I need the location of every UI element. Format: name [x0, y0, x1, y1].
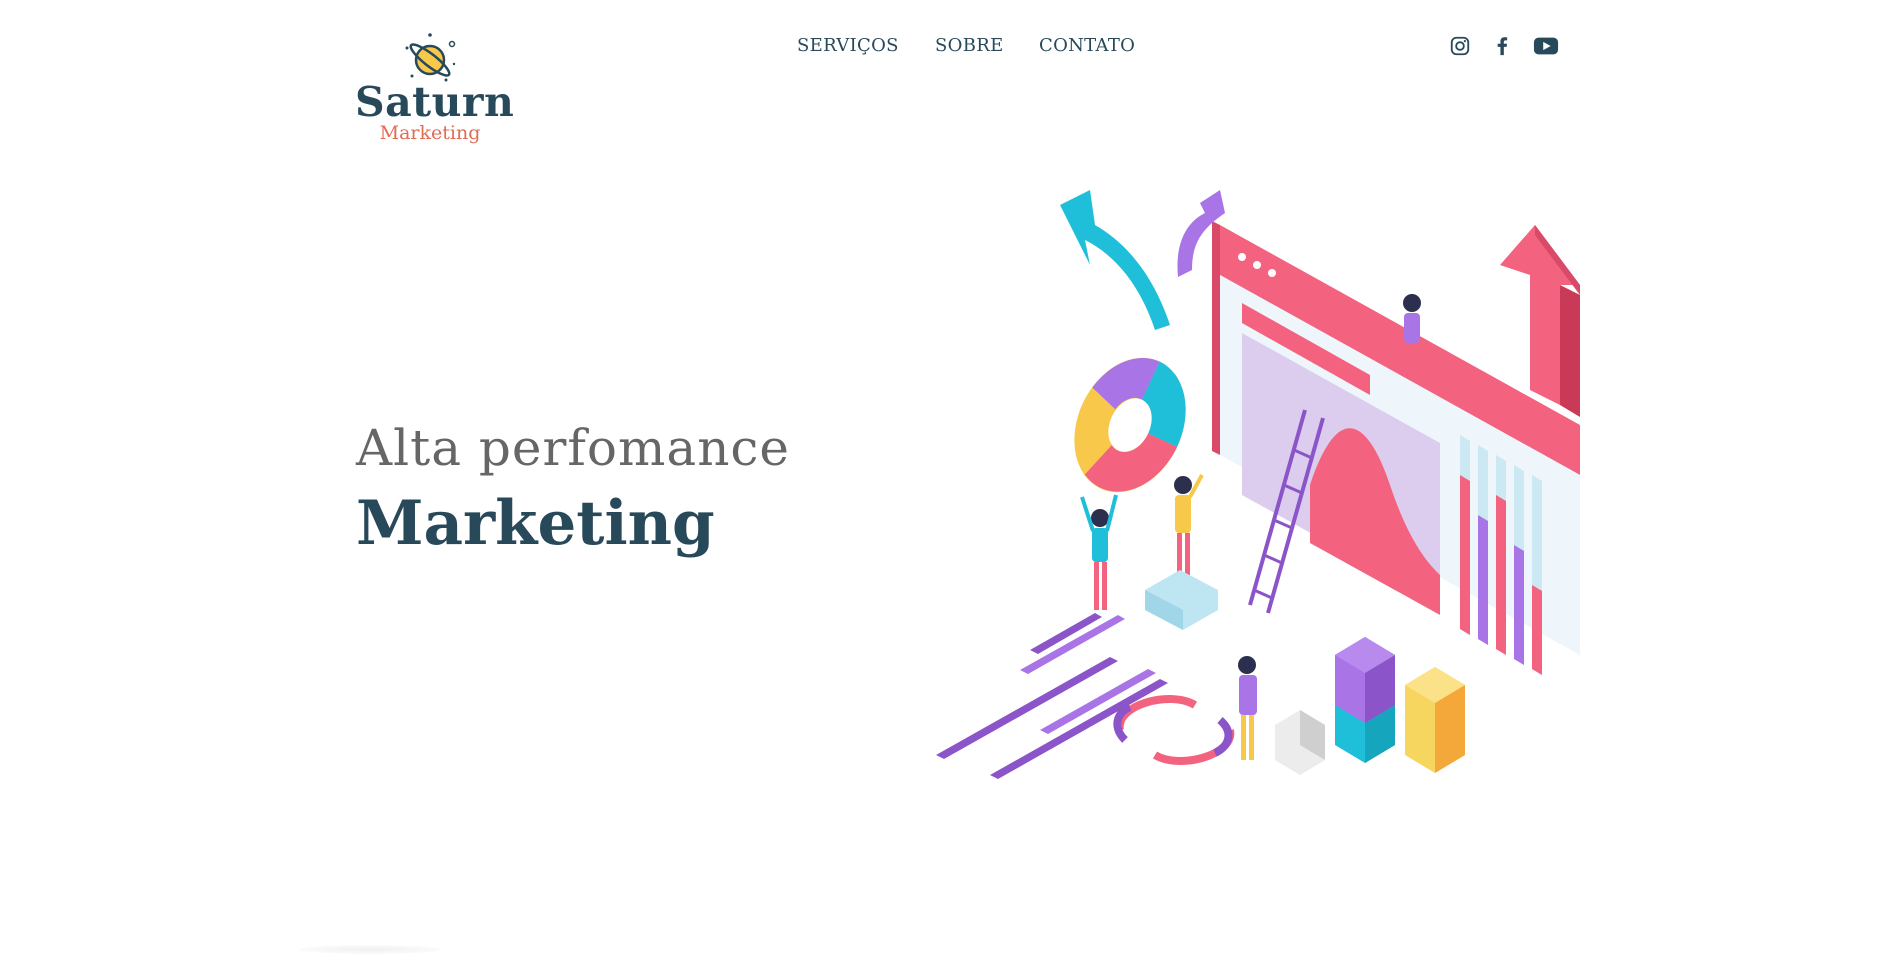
nav-item-contato[interactable]: CONTATO: [1039, 34, 1135, 58]
person-left: [1080, 494, 1118, 610]
main-nav: SERVIÇOS SOBRE CONTATO: [0, 34, 1902, 58]
logo-title: Saturn: [355, 78, 515, 126]
bottom-shadow: [300, 945, 440, 954]
person-top: [1403, 294, 1421, 343]
browser-panel: [1212, 221, 1580, 655]
cycle-arrows: [1113, 695, 1235, 765]
facebook-icon[interactable]: [1489, 33, 1515, 59]
hero-title: Marketing: [356, 488, 715, 559]
hero-subtitle: Alta perfomance: [356, 419, 791, 477]
person-middle: [1174, 474, 1204, 581]
person-bottom: [1238, 656, 1257, 760]
cubes: [1275, 637, 1465, 775]
planks: [936, 613, 1168, 779]
logo-tagline: Marketing: [379, 122, 481, 144]
nav-item-servicos[interactable]: SERVIÇOS: [797, 34, 899, 58]
instagram-icon[interactable]: [1447, 33, 1473, 59]
marketing-illustration: [936, 190, 1580, 779]
youtube-icon[interactable]: [1531, 33, 1561, 59]
nav-item-sobre[interactable]: SOBRE: [935, 34, 1004, 58]
